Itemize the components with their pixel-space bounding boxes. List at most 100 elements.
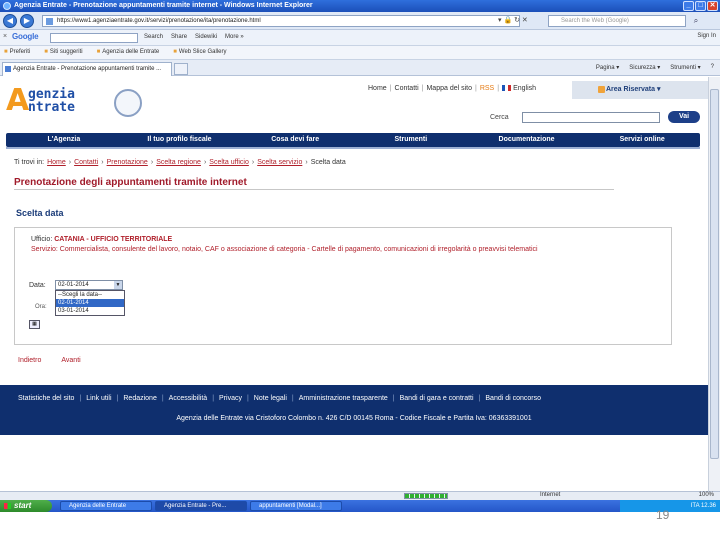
google-toolbar-right: Sign In — [697, 33, 716, 39]
status-bar: Internet 100% — [0, 491, 720, 500]
area-riservata-button[interactable]: Area Riservata ▾ — [572, 81, 708, 99]
taskbar-task-active[interactable]: Agenzia Entrate - Pre... — [155, 501, 247, 511]
breadcrumb-prenotazione[interactable]: Prenotazione — [107, 159, 148, 166]
loading-progress — [404, 493, 448, 499]
back-button[interactable]: ◀ — [3, 14, 17, 28]
logo-letter: A — [6, 83, 30, 118]
google-logo: Google — [12, 32, 39, 41]
favorite-web-slice[interactable]: Web Slice Gallery — [173, 49, 227, 55]
close-button[interactable]: ✕ — [707, 1, 718, 11]
breadcrumb-scelta-ufficio[interactable]: Scelta ufficio — [209, 159, 249, 166]
page-title: Prenotazione degli appuntamenti tramite … — [14, 177, 247, 188]
agenzia-entrate-logo[interactable]: A genzia ntrate — [6, 85, 142, 121]
nav-underline — [6, 147, 700, 149]
form-navigation: Indietro Avanti — [18, 357, 81, 364]
google-sign-in[interactable]: Sign In — [697, 33, 716, 39]
footer-link[interactable]: Privacy — [219, 395, 242, 402]
ie-icon — [3, 2, 11, 10]
breadcrumb-scelta-servizio[interactable]: Scelta servizio — [257, 159, 302, 166]
main-navigation: L'Agenzia Il tuo profilo fiscale Cosa de… — [6, 133, 700, 147]
minimize-button[interactable]: _ — [683, 1, 694, 11]
google-item-share[interactable]: Share — [171, 34, 187, 40]
uk-flag-icon — [502, 85, 512, 92]
nav-documentazione[interactable]: Documentazione — [469, 133, 585, 147]
ufficio-value: CATANIA - UFFICIO TERRITORIALE — [54, 236, 173, 243]
zoom-level[interactable]: 100% — [699, 492, 714, 498]
nav-servizi-online[interactable]: Servizi online — [584, 133, 700, 147]
nav-agenzia[interactable]: L'Agenzia — [6, 133, 122, 147]
desktop-screen: Agenzia Entrate - Prenotazione appuntame… — [0, 0, 720, 512]
link-contatti[interactable]: Contatti — [395, 85, 419, 92]
date-option[interactable]: 03-01-2014 — [56, 307, 124, 315]
browser-tab-active[interactable]: Agenzia Entrate - Prenotazione appuntame… — [2, 62, 172, 76]
site-search-input[interactable] — [522, 112, 660, 123]
google-item-search[interactable]: Search — [144, 34, 163, 40]
new-tab-button[interactable] — [174, 63, 188, 75]
date-option-selected[interactable]: 02-01-2014 — [56, 299, 124, 307]
search-submit-button[interactable]: Vai — [668, 111, 700, 123]
google-item-sidewiki[interactable]: Sidewiki — [195, 34, 217, 40]
magnifier-icon[interactable]: ⌕ — [690, 15, 702, 27]
date-select-value: 02-01-2014 — [58, 282, 89, 288]
breadcrumb-home[interactable]: Home — [47, 159, 66, 166]
breadcrumb: Ti trovi in: Home › Contatti › Prenotazi… — [14, 159, 346, 166]
section-title: Scelta data — [16, 208, 64, 218]
breadcrumb-current: Scelta data — [310, 159, 346, 166]
nav-strumenti[interactable]: Strumenti — [353, 133, 469, 147]
window-controls: _ □ ✕ — [683, 1, 718, 11]
address-url: https://www1.agenziaentrate.gov.it/servi… — [57, 18, 261, 24]
nav-profilo-fiscale[interactable]: Il tuo profilo fiscale — [122, 133, 238, 147]
favorite-suggested-sites[interactable]: Siti suggeriti — [44, 49, 83, 55]
command-tools[interactable]: Strumenti ▾ — [670, 64, 700, 71]
link-mappa[interactable]: Mappa del sito — [426, 85, 472, 92]
google-toolbar: × Google Search Share Sidewiki More » Si… — [0, 30, 720, 46]
republic-emblem-icon — [114, 89, 142, 117]
favorites-bar: Preferiti Siti suggeriti Agenzia delle E… — [0, 46, 720, 60]
forward-button[interactable]: ▶ — [20, 14, 34, 28]
command-help[interactable]: ? — [711, 64, 714, 71]
address-input[interactable]: https://www1.agenziaentrate.gov.it/servi… — [42, 15, 520, 27]
date-label: Data: — [29, 282, 46, 289]
footer-link[interactable]: Statistiche del sito — [18, 395, 74, 402]
footer-link[interactable]: Bandi di gara e contratti — [400, 395, 474, 402]
footer-link[interactable]: Amministrazione trasparente — [299, 395, 388, 402]
link-rss[interactable]: RSS — [480, 85, 494, 92]
command-security[interactable]: Sicurezza ▾ — [629, 64, 660, 71]
favorite-agenzia[interactable]: Agenzia delle Entrate — [97, 49, 159, 55]
refresh-stop-icons[interactable]: ▾ 🔒 ↻ ✕ — [498, 16, 528, 24]
footer-link[interactable]: Note legali — [254, 395, 287, 402]
window-titlebar: Agenzia Entrate - Prenotazione appuntame… — [0, 0, 720, 12]
footer-link[interactable]: Bandi di concorso — [485, 395, 541, 402]
next-link[interactable]: Avanti — [61, 357, 80, 364]
close-toolbar-icon[interactable]: × — [3, 33, 7, 40]
vertical-scrollbar[interactable] — [708, 77, 720, 491]
taskbar-task[interactable]: appuntamenti [Modal...] — [250, 501, 342, 511]
title-divider — [14, 189, 614, 190]
breadcrumb-scelta-regione[interactable]: Scelta regione — [156, 159, 201, 166]
date-select[interactable]: 02-01-2014 ▼ — [55, 280, 123, 290]
link-english-label: English — [513, 85, 537, 92]
favorites-button[interactable]: Preferiti — [4, 49, 31, 55]
scrollbar-thumb[interactable] — [710, 89, 719, 459]
google-search-input[interactable] — [50, 33, 138, 43]
footer-link[interactable]: Link utili — [86, 395, 111, 402]
command-page[interactable]: Pagina ▾ — [596, 64, 619, 71]
maximize-button[interactable]: □ — [695, 1, 706, 11]
web-search-input[interactable]: Search the Web (Google) — [548, 15, 686, 27]
google-item-more[interactable]: More » — [225, 34, 244, 40]
date-option[interactable]: --Scegli la data-- — [56, 291, 124, 299]
ora-label: Ora: — [35, 304, 47, 310]
link-english[interactable]: English — [502, 85, 536, 92]
back-link[interactable]: Indietro — [18, 357, 41, 364]
taskbar-task[interactable]: Agenzia delle Entrate — [60, 501, 152, 511]
calendar-icon[interactable]: ▦ — [29, 320, 40, 329]
footer-link[interactable]: Redazione — [123, 395, 156, 402]
google-toolbar-items: Search Share Sidewiki More » — [144, 34, 244, 40]
footer-link[interactable]: Accessibilità — [169, 395, 208, 402]
start-button[interactable]: start — [0, 500, 52, 512]
nav-cosa-devi-fare[interactable]: Cosa devi fare — [237, 133, 353, 147]
breadcrumb-contatti[interactable]: Contatti — [74, 159, 98, 166]
chevron-down-icon[interactable]: ▼ — [114, 281, 122, 289]
link-home[interactable]: Home — [368, 85, 387, 92]
area-riservata-label: Area Riservata ▾ — [606, 86, 661, 93]
